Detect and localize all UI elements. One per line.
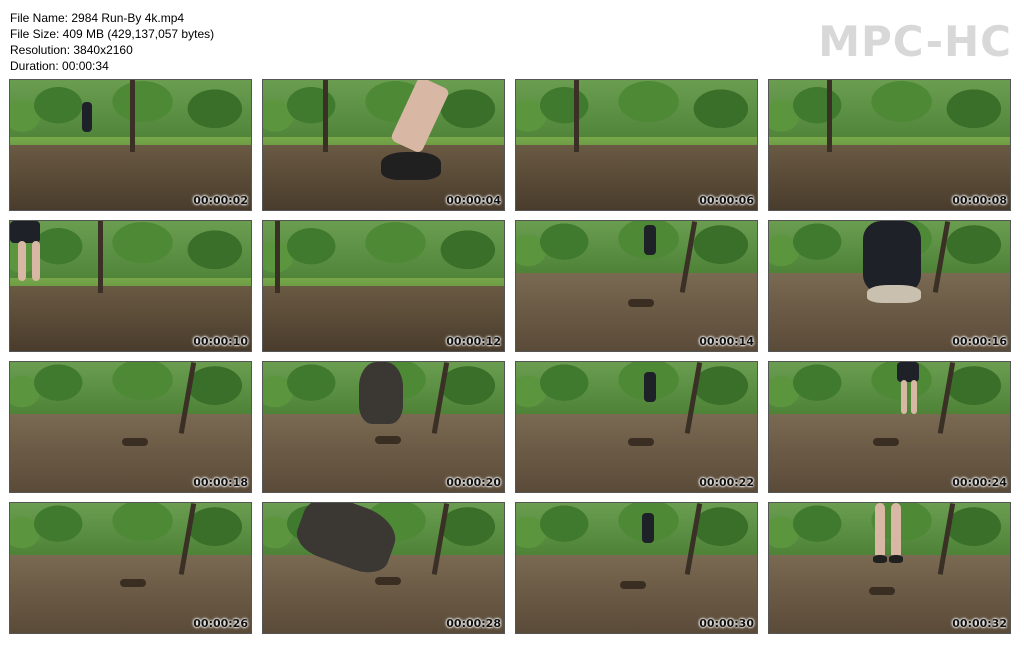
timestamp: 00:00:14 [699,335,754,348]
thumbnail: 00:00:28 [262,502,505,634]
timestamp: 00:00:04 [446,194,501,207]
thumbnail: 00:00:08 [768,79,1011,211]
thumbnail: 00:00:16 [768,220,1011,352]
timestamp: 00:00:06 [699,194,754,207]
timestamp: 00:00:28 [446,617,501,630]
file-info: File Name: 2984 Run-By 4k.mp4 File Size:… [10,10,214,74]
timestamp: 00:00:12 [446,335,501,348]
duration: Duration: 00:00:34 [10,59,109,73]
thumbnail: 00:00:10 [9,220,252,352]
thumbnail: 00:00:20 [262,361,505,493]
thumbnail: 00:00:24 [768,361,1011,493]
thumbnail: 00:00:32 [768,502,1011,634]
thumbnail: 00:00:14 [515,220,758,352]
thumbnail: 00:00:12 [262,220,505,352]
timestamp: 00:00:32 [952,617,1007,630]
timestamp: 00:00:24 [952,476,1007,489]
thumbnail: 00:00:22 [515,361,758,493]
timestamp: 00:00:18 [193,476,248,489]
resolution: Resolution: 3840x2160 [10,43,133,57]
timestamp: 00:00:26 [193,617,248,630]
timestamp: 00:00:08 [952,194,1007,207]
thumbnail: 00:00:04 [262,79,505,211]
thumbnail: 00:00:26 [9,502,252,634]
thumbnail: 00:00:18 [9,361,252,493]
timestamp: 00:00:22 [699,476,754,489]
mpc-hc-logo: MPC-HC [818,17,1012,66]
timestamp: 00:00:02 [193,194,248,207]
timestamp: 00:00:16 [952,335,1007,348]
thumbnail: 00:00:30 [515,502,758,634]
thumbnail: 00:00:02 [9,79,252,211]
file-name: File Name: 2984 Run-By 4k.mp4 [10,11,185,25]
timestamp: 00:00:20 [446,476,501,489]
thumbnail: 00:00:06 [515,79,758,211]
file-size: File Size: 409 MB (429,137,057 bytes) [10,27,215,41]
timestamp: 00:00:30 [699,617,754,630]
thumbnail-grid: 00:00:02 00:00:04 00:00:06 00:00:08 00:0… [9,79,1015,635]
timestamp: 00:00:10 [193,335,248,348]
